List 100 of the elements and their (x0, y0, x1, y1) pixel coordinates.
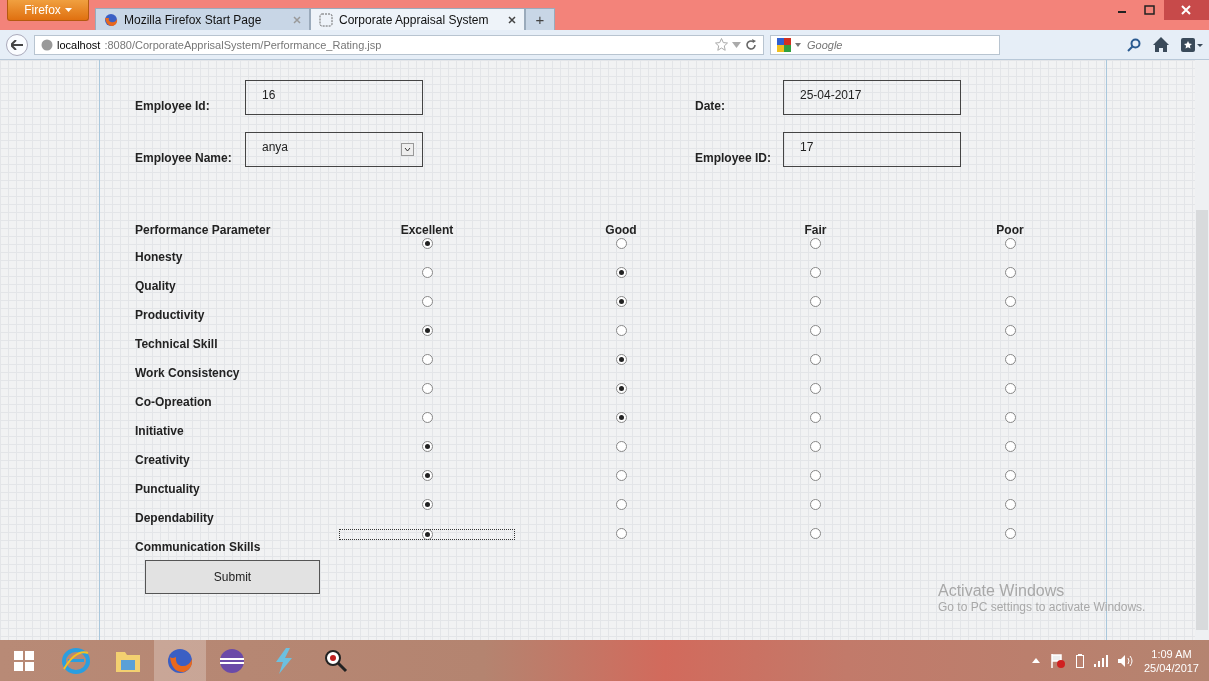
parameter-label: Creativity (135, 452, 191, 469)
rating-radio[interactable] (810, 412, 821, 423)
search-input[interactable]: Google (805, 37, 993, 52)
rating-radio[interactable] (615, 383, 627, 394)
rating-radio[interactable] (1004, 238, 1016, 249)
rating-radio[interactable] (1004, 383, 1016, 394)
column-header: Fair (803, 223, 828, 237)
rating-radio[interactable] (810, 383, 821, 394)
caret-icon (401, 143, 414, 156)
letter-e-icon (62, 646, 90, 675)
reload-icon[interactable] (745, 38, 757, 51)
column-header: Performance Parameter (135, 223, 272, 237)
colored-squares-icon (777, 37, 791, 52)
input-field[interactable]: 25-04-2017 (783, 80, 961, 115)
back-arrow-icon (11, 39, 23, 50)
windows-logo-icon[interactable] (14, 650, 34, 671)
rating-radio[interactable] (421, 267, 433, 278)
rating-radio[interactable] (1004, 499, 1016, 510)
rating-radio[interactable] (1004, 441, 1016, 452)
rating-radio[interactable] (810, 267, 821, 278)
submit-button[interactable]: Submit (145, 560, 320, 594)
battery-icon[interactable] (1075, 653, 1084, 668)
rating-radio[interactable] (1004, 296, 1016, 307)
magnifier-icon (324, 648, 348, 673)
rating-radio[interactable] (615, 441, 627, 452)
close-icon[interactable] (508, 15, 516, 24)
parameter-label: Work Consistency (135, 365, 241, 382)
rating-radio[interactable] (421, 499, 433, 510)
signal-icon[interactable] (1093, 654, 1108, 667)
rating-radio[interactable] (810, 354, 821, 365)
globe-icon (41, 38, 53, 51)
activation-title: Activate Windows (938, 582, 1066, 600)
rating-radio[interactable] (421, 325, 433, 336)
dropdown-icon[interactable] (732, 41, 741, 48)
parameter-label: Co-Opreation (135, 394, 213, 411)
input-field[interactable]: 16 (245, 80, 423, 115)
bookmarks-icon[interactable] (1181, 37, 1203, 52)
firefox-icon (166, 646, 194, 675)
rating-radio[interactable] (810, 470, 821, 481)
rating-radio[interactable] (615, 238, 627, 249)
rating-radio[interactable] (1004, 412, 1016, 423)
scrollbar[interactable] (1195, 60, 1209, 640)
rating-radio[interactable] (810, 528, 821, 539)
column-header: Poor (995, 223, 1025, 237)
rating-radio[interactable] (1004, 354, 1016, 365)
rating-radio[interactable] (810, 325, 821, 336)
rating-radio[interactable] (1004, 325, 1016, 336)
employee-select[interactable]: anya (245, 132, 423, 167)
parameter-label: Honesty (135, 249, 184, 266)
firefox-icon (104, 12, 118, 27)
rating-radio[interactable] (615, 412, 627, 423)
rating-radio[interactable] (1004, 528, 1016, 539)
rating-radio[interactable] (615, 528, 627, 539)
rating-radio[interactable] (421, 296, 433, 307)
rating-radio[interactable] (421, 354, 433, 365)
rating-radio[interactable] (421, 412, 433, 423)
search-icon[interactable] (1127, 37, 1141, 52)
field-label: Employee Id: (135, 99, 211, 115)
parameter-label: Dependability (135, 510, 215, 527)
address-bar[interactable]: localhost :8080/CorporateApprisalSystem/Performance_Rating.jsp (34, 34, 764, 55)
input-field[interactable]: 17 (783, 132, 961, 167)
close-icon[interactable] (1164, 0, 1209, 20)
rating-radio[interactable] (421, 383, 433, 394)
rating-radio[interactable] (421, 238, 433, 249)
url-host: localhost (57, 38, 101, 51)
rating-radio[interactable] (810, 499, 821, 510)
browser-tab[interactable]: Corporate Appraisal System (310, 8, 525, 30)
field-label: Employee Name: (135, 151, 233, 167)
parameter-label: Initiative (135, 423, 185, 440)
caret-icon (795, 42, 801, 47)
parameter-label: Productivity (135, 307, 206, 324)
browser-tab[interactable]: Mozilla Firefox Start Page (95, 8, 310, 30)
rating-radio[interactable] (810, 296, 821, 307)
rating-radio[interactable] (1004, 267, 1016, 278)
url-path: :8080/CorporateApprisalSystem/Performance_Rating.jsp (104, 38, 382, 51)
new-tab-button[interactable]: + (525, 8, 555, 30)
rating-radio[interactable] (810, 441, 821, 452)
search-bar[interactable]: Google (770, 34, 1000, 55)
triangle-icon[interactable] (1031, 658, 1040, 663)
rating-radio[interactable] (421, 441, 433, 452)
rating-radio[interactable] (421, 529, 433, 540)
rating-radio[interactable] (615, 296, 627, 307)
parameter-label: Punctuality (135, 481, 201, 498)
rating-radio[interactable] (615, 267, 627, 278)
flag-icon[interactable] (1049, 652, 1066, 669)
rating-radio[interactable] (1004, 470, 1016, 481)
parameter-label: Quality (135, 278, 177, 295)
star-icon[interactable] (715, 38, 728, 51)
rating-radio[interactable] (615, 325, 627, 336)
home-icon[interactable] (1153, 37, 1169, 52)
field-label: Employee ID: (695, 151, 773, 167)
speaker-icon[interactable] (1117, 654, 1134, 667)
page-icon (319, 12, 333, 27)
rating-radio[interactable] (615, 470, 627, 481)
back-button[interactable] (6, 33, 28, 56)
rating-radio[interactable] (615, 499, 627, 510)
rating-radio[interactable] (615, 354, 627, 365)
field-label: Date: (695, 99, 726, 115)
rating-radio[interactable] (421, 470, 433, 481)
rating-radio[interactable] (810, 238, 821, 249)
